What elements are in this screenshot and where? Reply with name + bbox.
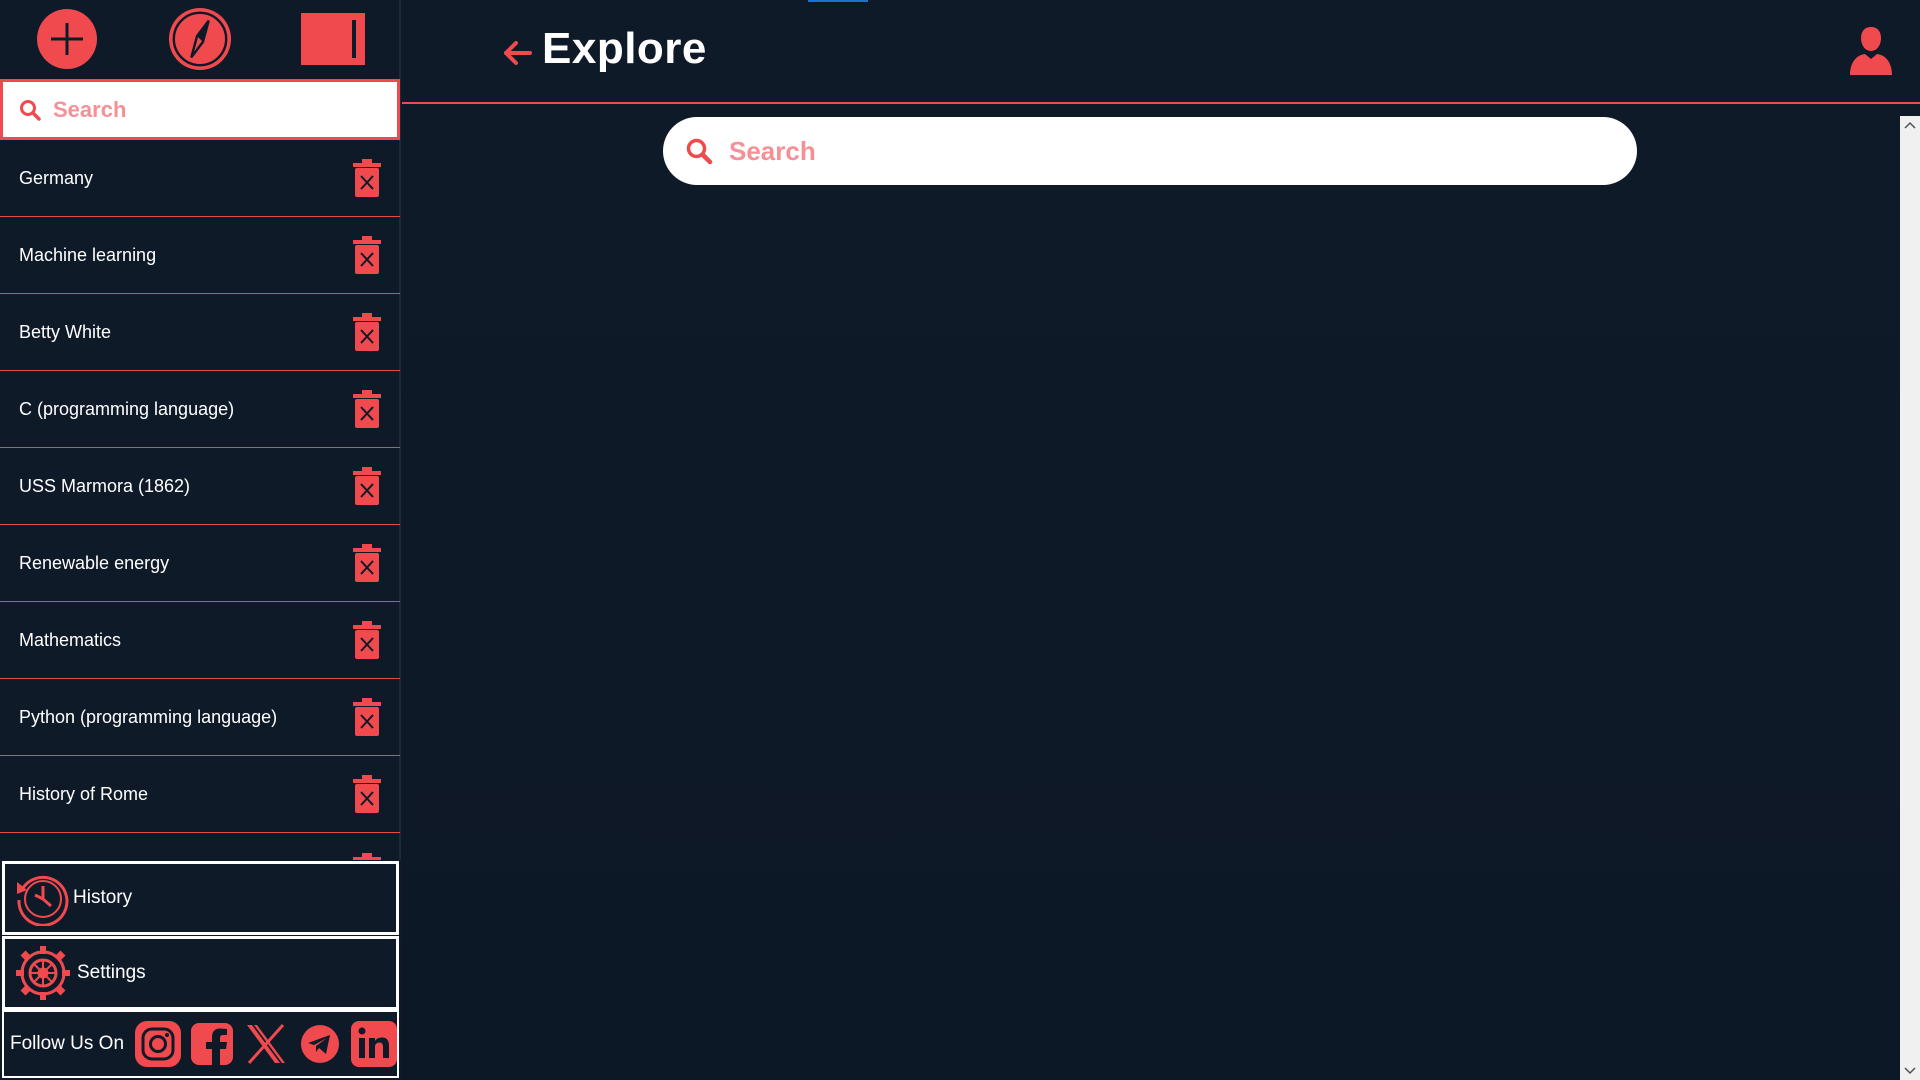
trash-icon bbox=[353, 698, 381, 736]
history-label: History bbox=[73, 887, 133, 908]
gear-icon bbox=[16, 946, 70, 1000]
new-chat-button[interactable] bbox=[35, 7, 99, 71]
list-item-label: Germany bbox=[19, 167, 94, 188]
scroll-up-button[interactable] bbox=[1900, 116, 1920, 134]
search-icon bbox=[686, 138, 713, 165]
list-item-label: History of Rome bbox=[19, 783, 149, 804]
history-button[interactable]: History bbox=[2, 861, 399, 935]
vertical-scrollbar[interactable] bbox=[1900, 116, 1920, 1080]
delete-button[interactable] bbox=[352, 852, 382, 860]
list-item[interactable]: C (programming language) bbox=[0, 371, 400, 448]
trash-icon bbox=[353, 390, 381, 428]
social-bar: Follow Us On bbox=[2, 1010, 399, 1078]
chevron-up-icon bbox=[1904, 121, 1916, 129]
back-button[interactable] bbox=[500, 36, 534, 70]
delete-button[interactable] bbox=[352, 620, 382, 660]
list-item-label: C (programming language) bbox=[19, 398, 235, 419]
list-item-label: Python (programming language) bbox=[19, 706, 278, 727]
app-window: Germany Machine learning bbox=[0, 0, 1920, 1080]
telegram-button[interactable] bbox=[296, 1020, 343, 1068]
explore-button[interactable] bbox=[168, 7, 232, 71]
linkedin-button[interactable] bbox=[350, 1020, 397, 1068]
sidebar-search-input[interactable] bbox=[51, 95, 371, 124]
trash-icon bbox=[353, 544, 381, 582]
list-item-label: Renewable energy bbox=[19, 552, 170, 573]
follow-label: Follow Us On bbox=[10, 1033, 125, 1054]
settings-label: Settings bbox=[77, 962, 146, 983]
main-search-input[interactable] bbox=[727, 134, 1607, 168]
history-list: Germany Machine learning Betty White C (… bbox=[0, 140, 400, 860]
delete-button[interactable] bbox=[352, 158, 382, 198]
trash-icon bbox=[353, 159, 381, 197]
page-title: Explore bbox=[542, 24, 707, 73]
chevron-down-icon bbox=[1904, 1067, 1916, 1075]
toggle-sidebar-button[interactable] bbox=[301, 7, 366, 71]
plus-icon bbox=[36, 9, 97, 69]
list-item-label: Betty White bbox=[19, 321, 112, 342]
delete-button[interactable] bbox=[352, 235, 382, 275]
x-icon bbox=[247, 1023, 286, 1065]
settings-button[interactable]: Settings bbox=[2, 936, 399, 1010]
history-icon bbox=[17, 875, 69, 926]
trash-icon bbox=[353, 775, 381, 813]
trash-icon bbox=[353, 621, 381, 659]
delete-button[interactable] bbox=[352, 697, 382, 737]
compass-icon bbox=[168, 7, 232, 71]
list-item[interactable]: Python (programming language) bbox=[0, 679, 400, 756]
telegram-icon bbox=[300, 1025, 339, 1063]
facebook-icon bbox=[191, 1023, 234, 1065]
list-item[interactable]: Renewable energy bbox=[0, 525, 400, 602]
arrow-left-icon bbox=[504, 41, 532, 65]
sidebar-search-box[interactable] bbox=[0, 79, 400, 140]
delete-button[interactable] bbox=[352, 389, 382, 429]
trash-icon bbox=[353, 313, 381, 351]
delete-button[interactable] bbox=[352, 466, 382, 506]
sidebar-bottom-panel: History Settings Follow Us On bbox=[0, 860, 401, 1080]
list-item-label: Machine learning bbox=[19, 244, 157, 265]
list-item[interactable]: Germany bbox=[0, 140, 400, 217]
linkedin-icon bbox=[350, 1021, 397, 1067]
list-item[interactable]: History of Rome bbox=[0, 756, 400, 833]
delete-button[interactable] bbox=[352, 543, 382, 583]
scroll-down-button[interactable] bbox=[1900, 1062, 1920, 1080]
main-content: Explore bbox=[402, 0, 1920, 1080]
user-icon bbox=[1850, 27, 1892, 75]
search-icon bbox=[20, 99, 41, 121]
delete-button[interactable] bbox=[352, 774, 382, 814]
trash-icon bbox=[353, 467, 381, 505]
x-button[interactable] bbox=[243, 1020, 290, 1068]
instagram-button[interactable] bbox=[135, 1020, 182, 1068]
trash-icon bbox=[353, 236, 381, 274]
page-header: Explore bbox=[402, 0, 1920, 104]
sidebar-toolbar bbox=[0, 0, 400, 78]
list-item[interactable]: Mathematics bbox=[0, 602, 400, 679]
facebook-button[interactable] bbox=[189, 1020, 236, 1068]
list-item-label: Mathematics bbox=[19, 629, 122, 650]
main-search-box[interactable] bbox=[663, 117, 1637, 185]
sidebar: Germany Machine learning bbox=[0, 0, 401, 1080]
user-profile-button[interactable] bbox=[1848, 26, 1894, 76]
sidebar-toggle-icon bbox=[301, 13, 366, 65]
list-item[interactable]: Machine learning bbox=[0, 217, 400, 294]
list-item-partial bbox=[0, 833, 400, 860]
instagram-icon bbox=[135, 1021, 182, 1067]
trash-icon bbox=[353, 852, 381, 860]
list-item-label: USS Marmora (1862) bbox=[19, 475, 191, 496]
list-item[interactable]: Betty White bbox=[0, 294, 400, 371]
list-item[interactable]: USS Marmora (1862) bbox=[0, 448, 400, 525]
delete-button[interactable] bbox=[352, 312, 382, 352]
